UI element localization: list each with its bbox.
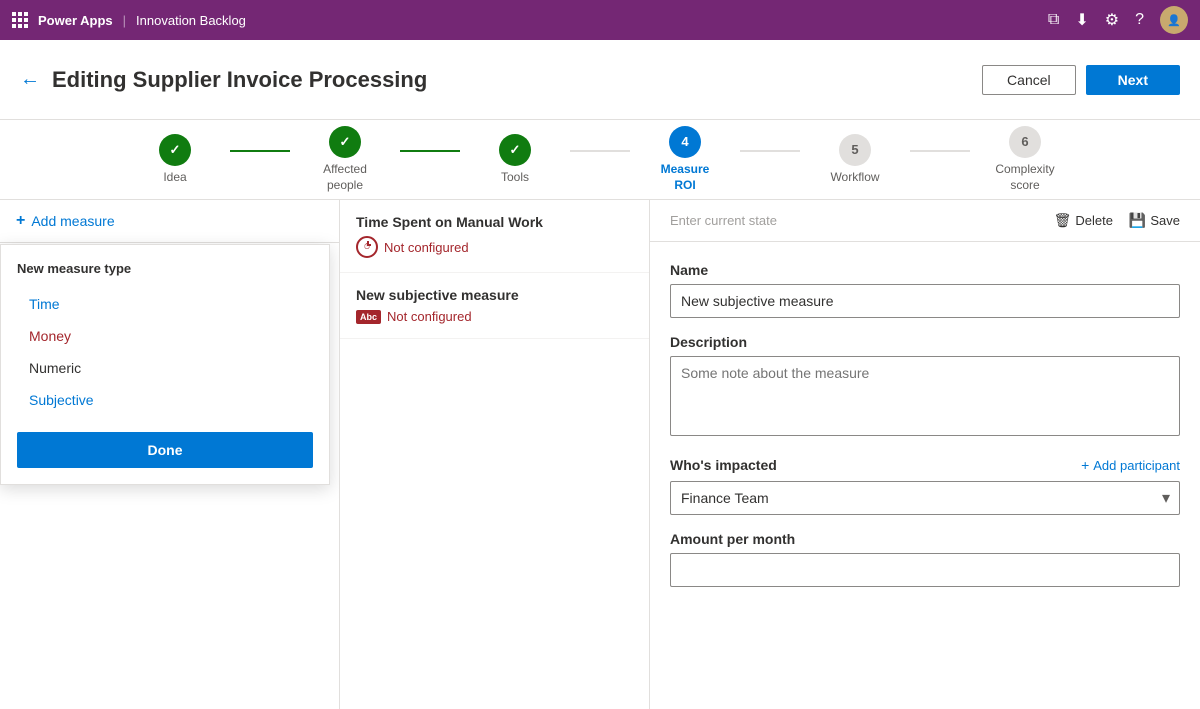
step-complexity-label: Complexityscore [995,162,1054,193]
measure-item-1[interactable]: Time Spent on Manual Work ⏱ Not configur… [340,200,649,273]
step-idea[interactable]: ✓ Idea [120,134,230,186]
time-icon: ⏱ [356,236,378,258]
settings-icon[interactable]: ⚙ [1105,10,1119,30]
measure-item-1-title: Time Spent on Manual Work [356,214,633,230]
connector-4 [740,150,800,152]
next-button[interactable]: Next [1086,65,1180,95]
connector-3 [570,150,630,152]
wizard-steps: ✓ Idea ✓ Affectedpeople ✓ Tools 4 Measur… [0,120,1200,200]
name-label: Name [670,262,1180,278]
save-button[interactable]: 💾 Save [1129,212,1180,229]
monitor-icon[interactable]: ⧉ [1048,11,1059,29]
step-tools-circle: ✓ [499,134,531,166]
download-icon[interactable]: ⬇ [1075,10,1088,30]
amount-per-month-label: Amount per month [670,531,1180,547]
enter-state-placeholder[interactable]: Enter current state [670,213,1044,228]
connector-5 [910,150,970,152]
right-panel-topbar: Enter current state 🗑 Delete 💾 Save [650,200,1200,242]
dropdown-option-subjective[interactable]: Subjective [17,384,313,416]
add-participant-label: Add participant [1093,458,1180,473]
connector-1 [230,150,290,152]
delete-icon: 🗑 [1054,212,1072,229]
whos-impacted-select[interactable]: Finance Team Engineering Team All Teams [670,481,1180,515]
step-measure-roi-label: MeasureROI [661,162,710,193]
step-affected-people[interactable]: ✓ Affectedpeople [290,126,400,193]
save-label: Save [1150,213,1180,228]
step-workflow-label: Workflow [830,170,879,186]
whos-impacted-row: Who's impacted + Add participant [670,457,1180,473]
delete-button[interactable]: 🗑 Delete [1054,212,1113,229]
right-panel-body: Name Description Who's impacted + Add pa… [650,242,1200,607]
step-complexity[interactable]: 6 Complexityscore [970,126,1080,193]
topbar-project-name: Innovation Backlog [136,13,246,28]
step-workflow-circle: 5 [839,134,871,166]
topbar-separator: | [123,13,126,28]
measure-item-1-status-text: Not configured [384,240,469,255]
topbar: Power Apps | Innovation Backlog ⧉ ⬇ ⚙ ? … [0,0,1200,40]
middle-panel: Time Spent on Manual Work ⏱ Not configur… [340,200,650,709]
add-measure-button[interactable]: + Add measure [0,200,339,243]
measure-item-2-status-text: Not configured [387,309,472,324]
step-complexity-circle: 6 [1009,126,1041,158]
delete-label: Delete [1075,213,1113,228]
user-avatar[interactable]: 👤 [1160,6,1188,34]
step-tools[interactable]: ✓ Tools [460,134,570,186]
topbar-app-name: Power Apps [38,13,113,28]
measure-item-1-status: ⏱ Not configured [356,236,633,258]
whos-impacted-label: Who's impacted [670,457,777,473]
step-affected-circle: ✓ [329,126,361,158]
description-label: Description [670,334,1180,350]
page-title: Editing Supplier Invoice Processing [52,67,982,93]
name-input[interactable] [670,284,1180,318]
connector-2 [400,150,460,152]
step-idea-label: Idea [163,170,186,186]
grid-icon [12,12,28,28]
new-measure-dropdown: New measure type Time Money Numeric Subj… [0,244,330,485]
whos-impacted-select-wrapper: Finance Team Engineering Team All Teams … [670,481,1180,515]
page-header: ← Editing Supplier Invoice Processing Ca… [0,40,1200,120]
description-textarea[interactable] [670,356,1180,436]
step-measure-roi-circle: 4 [669,126,701,158]
step-tools-label: Tools [501,170,529,186]
step-affected-label: Affectedpeople [323,162,367,193]
dropdown-done-button[interactable]: Done [17,432,313,468]
measure-item-2-status: Abc Not configured [356,309,633,324]
main-content: + Add measure Sug... Tim... Mo... Nu... … [0,200,1200,709]
abc-icon: Abc [356,310,381,324]
add-measure-label: Add measure [31,213,114,229]
dropdown-option-numeric[interactable]: Numeric [17,352,313,384]
step-workflow[interactable]: 5 Workflow [800,134,910,186]
plus-icon: + [16,212,25,230]
step-idea-circle: ✓ [159,134,191,166]
cancel-button[interactable]: Cancel [982,65,1076,95]
save-icon: 💾 [1129,212,1146,229]
back-button[interactable]: ← [20,68,40,91]
help-icon[interactable]: ? [1135,11,1144,29]
step-measure-roi[interactable]: 4 MeasureROI [630,126,740,193]
amount-per-month-input[interactable] [670,553,1180,587]
add-participant-icon: + [1081,457,1089,473]
dropdown-option-time[interactable]: Time [17,288,313,320]
dropdown-option-money[interactable]: Money [17,320,313,352]
left-panel: + Add measure Sug... Tim... Mo... Nu... … [0,200,340,709]
measure-item-2-title: New subjective measure [356,287,633,303]
dropdown-title: New measure type [17,261,313,276]
add-participant-button[interactable]: + Add participant [1081,457,1180,473]
right-panel: Enter current state 🗑 Delete 💾 Save Name… [650,200,1200,709]
measure-item-2[interactable]: New subjective measure Abc Not configure… [340,273,649,339]
